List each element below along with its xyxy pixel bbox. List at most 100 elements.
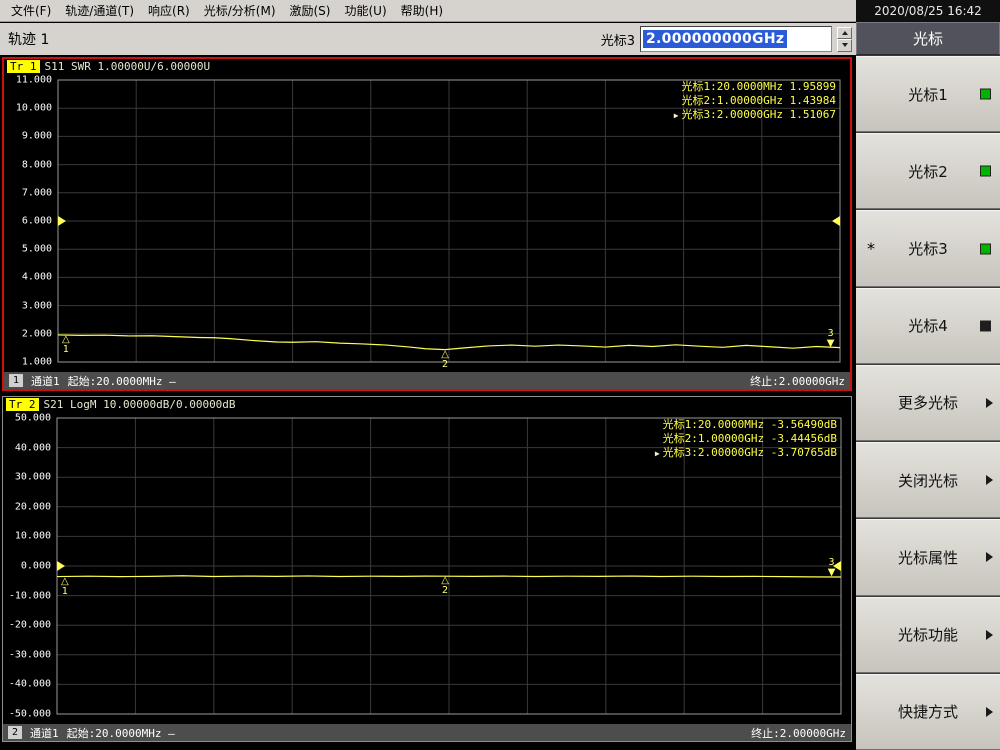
sidebar-button-label: 光标4 (908, 317, 948, 336)
sidebar-button-shortcuts[interactable]: 快捷方式 (856, 673, 1000, 750)
down-arrow-icon (841, 43, 848, 48)
sidebar-button-marker1[interactable]: 光标1 (856, 56, 1000, 133)
datetime-display: 2020/08/25 16:42 (856, 0, 1000, 22)
channel-label: 通道1 (31, 374, 60, 388)
submenu-arrow-icon (986, 629, 993, 640)
marker-number: 2 (442, 358, 449, 370)
marker-select-label[interactable]: 光标3 (601, 30, 635, 49)
marker-3-active[interactable]: 3 ▼ (827, 557, 836, 578)
sidebar-button-label: 光标属性 (897, 548, 958, 567)
sidebar-button-marker-functions[interactable]: 光标功能 (856, 596, 1000, 673)
sweep-start: 起始:20.0000MHz — (66, 726, 175, 740)
reference-level-arrow-icon (832, 216, 840, 226)
marker-readout: 光标1:20.0000MHz 1.95899 光标2:1.00000GHz 1.4… (674, 80, 836, 123)
plot-svg (57, 418, 841, 714)
toolbar: 轨迹 1 光标3 2.000000000GHz (0, 23, 856, 55)
marker-led-indicator (980, 243, 991, 255)
trace-badge[interactable]: Tr 2 (6, 398, 39, 411)
reference-level-arrow-icon (58, 216, 66, 226)
trace-header: Tr 2 S21 LogM 10.00000dB/0.00000dB (3, 397, 851, 412)
sidebar-button-marker-properties[interactable]: 光标属性 (856, 519, 1000, 596)
y-axis-tick-label: 10.000 (14, 530, 51, 542)
y-axis-tick-label: 5.000 (21, 243, 52, 255)
sidebar-button-marker3[interactable]: * 光标3 (856, 210, 1000, 287)
sidebar-buttons: 光标1 光标2 * 光标3 光标4 更多光标关闭光标光标属性光标功能快捷方式 (856, 55, 1000, 750)
up-arrow-icon (841, 30, 848, 35)
submenu-arrow-icon (986, 706, 993, 717)
marker-1[interactable]: △ 1 (61, 333, 70, 355)
marker-3-active[interactable]: 3 ▼ (826, 328, 835, 349)
marker-triangle-down-icon: ▼ (827, 566, 836, 578)
marker-triangle-up-icon: △ (441, 348, 449, 360)
y-axis-tick-label: 11.000 (15, 74, 52, 86)
marker-led-indicator (980, 165, 991, 177)
y-axis-tick-label: 0.000 (20, 560, 51, 572)
sidebar-button-label: 快捷方式 (897, 703, 958, 722)
marker-2[interactable]: △ 2 (441, 348, 449, 370)
y-axis-tick-label: 9.000 (21, 130, 52, 142)
sidebar-button-marker2[interactable]: 光标2 (856, 133, 1000, 210)
sweep-stop: 终止:2.00000GHz (750, 374, 845, 388)
channel-status-bar: 1 通道1 起始:20.0000MHz — 终止:2.00000GHz (4, 372, 850, 389)
menu-item-marker-analysis[interactable]: 光标/分析(M) (197, 0, 283, 22)
sidebar-button-marker4[interactable]: 光标4 (856, 287, 1000, 364)
channel-status-bar: 2 通道1 起始:20.0000MHz — 终止:2.00000GHz (3, 724, 851, 741)
marker-triangle-up-icon: △ (60, 575, 69, 587)
spinner-up-button[interactable] (837, 26, 852, 39)
menu-item-function[interactable]: 功能(U) (337, 0, 393, 22)
marker-led-indicator (980, 320, 991, 332)
y-axis-tick-label: -10.000 (8, 590, 51, 602)
chart-tr2-s21-logm: Tr 2 S21 LogM 10.00000dB/0.00000dB 50.00… (2, 396, 852, 742)
marker-readout-line: ▶ 光标3:2.00000GHz -3.70765dB (654, 446, 837, 459)
submenu-arrow-icon (986, 552, 993, 563)
y-axis-tick-label: 20.000 (14, 501, 51, 513)
y-axis-tick-label: -30.000 (8, 649, 51, 661)
y-axis-tick-label: 8.000 (21, 159, 52, 171)
menu-bar: 文件(F) 轨迹/通道(T) 响应(R) 光标/分析(M) 激励(S) 功能(U… (0, 0, 856, 22)
submenu-arrow-icon (986, 475, 993, 486)
softkey-menu-title: 光标 (856, 22, 1000, 55)
menu-item-help[interactable]: 帮助(H) (394, 0, 450, 22)
marker-readout-line: 光标1:20.0000MHz -3.56490dB (662, 418, 837, 431)
marker-readout-line: 光标2:1.00000GHz 1.43984 (681, 94, 836, 107)
y-axis-tick-label: 30.000 (14, 471, 51, 483)
sidebar-button-label: 光标3 (908, 240, 948, 259)
y-axis-tick-label: -20.000 (8, 619, 51, 631)
marker-triangle-down-icon: ▼ (826, 337, 835, 349)
marker-number: 1 (62, 343, 69, 355)
marker-readout-line: 光标1:20.0000MHz 1.95899 (681, 80, 836, 93)
marker-readout-line: 光标2:1.00000GHz -3.44456dB (662, 432, 837, 445)
active-softkey-asterisk: * (867, 238, 875, 258)
marker-triangle-up-icon: △ (61, 333, 70, 345)
sidebar-button-turn-off-markers[interactable]: 关闭光标 (856, 442, 1000, 519)
channel-badge: 1 (9, 374, 24, 387)
trace-header: Tr 1 S11 SWR 1.00000U/6.00000U (4, 59, 850, 74)
marker-frequency-input[interactable]: 2.000000000GHz (640, 26, 832, 52)
sidebar-button-more-markers[interactable]: 更多光标 (856, 364, 1000, 442)
marker-1[interactable]: △ 1 (60, 575, 69, 597)
marker-triangle-up-icon: △ (441, 575, 449, 587)
plot-area[interactable]: △ 1 △ 2 3 ▼ (57, 418, 841, 714)
marker-led-indicator (980, 88, 991, 100)
marker-entry-group: 光标3 2.000000000GHz (601, 26, 852, 52)
menu-item-stimulus[interactable]: 激励(S) (283, 0, 338, 22)
frequency-spinner (837, 26, 852, 52)
y-axis-labels: 11.000 10.000 9.000 8.000 7.000 6.000 5.000 4.0… (4, 74, 58, 372)
menu-item-response[interactable]: 响应(R) (141, 0, 197, 22)
active-trace-label: 轨迹 1 (8, 32, 50, 48)
y-axis-tick-label: -40.000 (8, 678, 51, 690)
menu-item-trace-channel[interactable]: 轨迹/通道(T) (58, 0, 141, 22)
y-axis-tick-label: 40.000 (14, 442, 51, 454)
active-marker-arrow-icon: ▶ (654, 449, 660, 458)
y-axis-tick-label: 10.000 (15, 102, 52, 114)
trace-format-title: S11 SWR 1.00000U/6.00000U (44, 60, 211, 73)
marker-2[interactable]: △ 2 (441, 575, 449, 597)
menu-item-file[interactable]: 文件(F) (4, 0, 58, 22)
spinner-down-button[interactable] (837, 39, 852, 52)
channel-badge: 2 (8, 726, 23, 739)
trace-badge[interactable]: Tr 1 (7, 60, 40, 73)
y-axis-tick-label: 50.000 (14, 412, 51, 424)
sidebar-button-label: 更多光标 (897, 394, 958, 413)
channel-label: 通道1 (30, 726, 59, 740)
marker-number: 2 (442, 585, 449, 597)
